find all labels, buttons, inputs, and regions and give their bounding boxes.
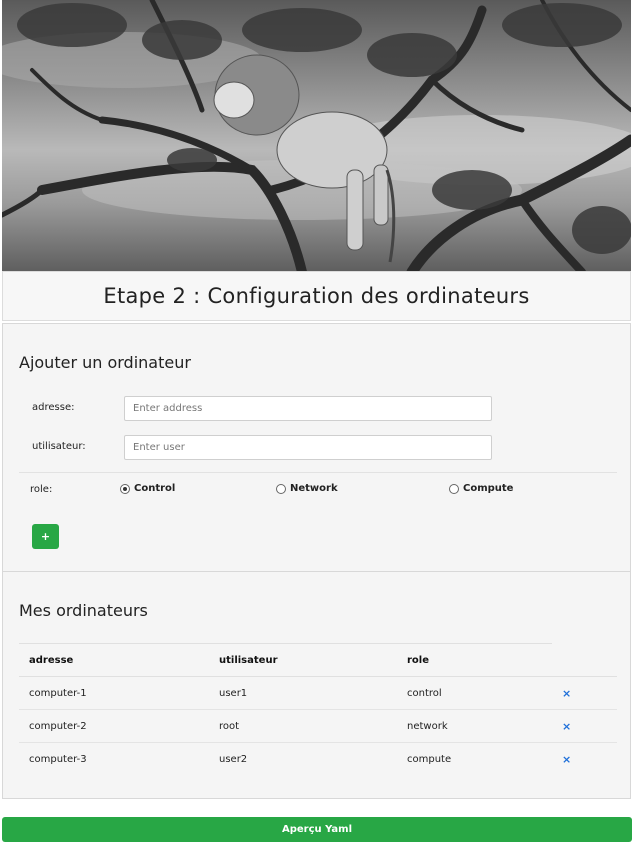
- role-option-label: Compute: [463, 483, 514, 494]
- lion-in-tree-illustration: [2, 0, 631, 272]
- table-header-row: adresse utilisateur role: [19, 643, 617, 677]
- table-row: computer-1 user1 control ×: [19, 676, 617, 710]
- add-computer-heading: Ajouter un ordinateur: [19, 353, 191, 372]
- radio-selected-icon[interactable]: [120, 483, 130, 494]
- column-header: utilisateur: [209, 643, 397, 677]
- add-computer-card: Ajouter un ordinateur adresse: utilisate…: [2, 323, 631, 572]
- divider: [19, 472, 617, 473]
- cell-utilisateur: user1: [209, 676, 397, 710]
- role-option-label: Control: [134, 483, 176, 494]
- computers-card: Mes ordinateurs adresse utilisateur role…: [2, 571, 631, 799]
- role-option-label: Network: [290, 483, 338, 494]
- cell-adresse: computer-3: [29, 753, 87, 765]
- cell-utilisateur: root: [209, 709, 397, 743]
- column-header-empty: [552, 643, 617, 677]
- page-title-card: Etape 2 : Configuration des ordinateurs: [2, 271, 631, 321]
- preview-yaml-button[interactable]: Aperçu Yaml: [2, 817, 632, 842]
- table-row: computer-2 root network ×: [19, 709, 617, 743]
- page-title: Etape 2 : Configuration des ordinateurs: [103, 284, 530, 308]
- role-label: role:: [30, 484, 53, 495]
- column-header: role: [397, 643, 552, 677]
- cell-adresse: computer-2: [19, 709, 209, 743]
- column-header: adresse: [19, 643, 209, 677]
- address-input[interactable]: [124, 396, 492, 421]
- address-label: adresse:: [32, 402, 75, 413]
- cell-role: compute: [407, 753, 452, 765]
- hero-image: [2, 0, 631, 272]
- computers-table: adresse utilisateur role computer-1 user…: [19, 643, 617, 776]
- cell-adresse: computer-1: [19, 676, 209, 710]
- role-radio-compute[interactable]: Compute: [449, 483, 513, 494]
- delete-icon[interactable]: ×: [562, 720, 571, 733]
- lion: [213, 54, 396, 263]
- table-row: computer-3 user2 compute ×: [19, 743, 617, 776]
- user-input[interactable]: [124, 435, 492, 460]
- cell-role: control: [397, 676, 552, 710]
- delete-icon[interactable]: ×: [562, 753, 571, 766]
- delete-icon[interactable]: ×: [562, 687, 571, 700]
- role-radio-network[interactable]: Network: [276, 483, 338, 494]
- user-label: utilisateur:: [32, 441, 86, 452]
- role-radio-control[interactable]: Control: [120, 483, 175, 494]
- cell-utilisateur: user2: [219, 753, 248, 765]
- cell-role: network: [397, 709, 552, 743]
- radio-icon[interactable]: [276, 483, 286, 494]
- add-computer-button[interactable]: +: [32, 524, 59, 549]
- computers-heading: Mes ordinateurs: [19, 601, 148, 620]
- radio-icon[interactable]: [449, 483, 459, 494]
